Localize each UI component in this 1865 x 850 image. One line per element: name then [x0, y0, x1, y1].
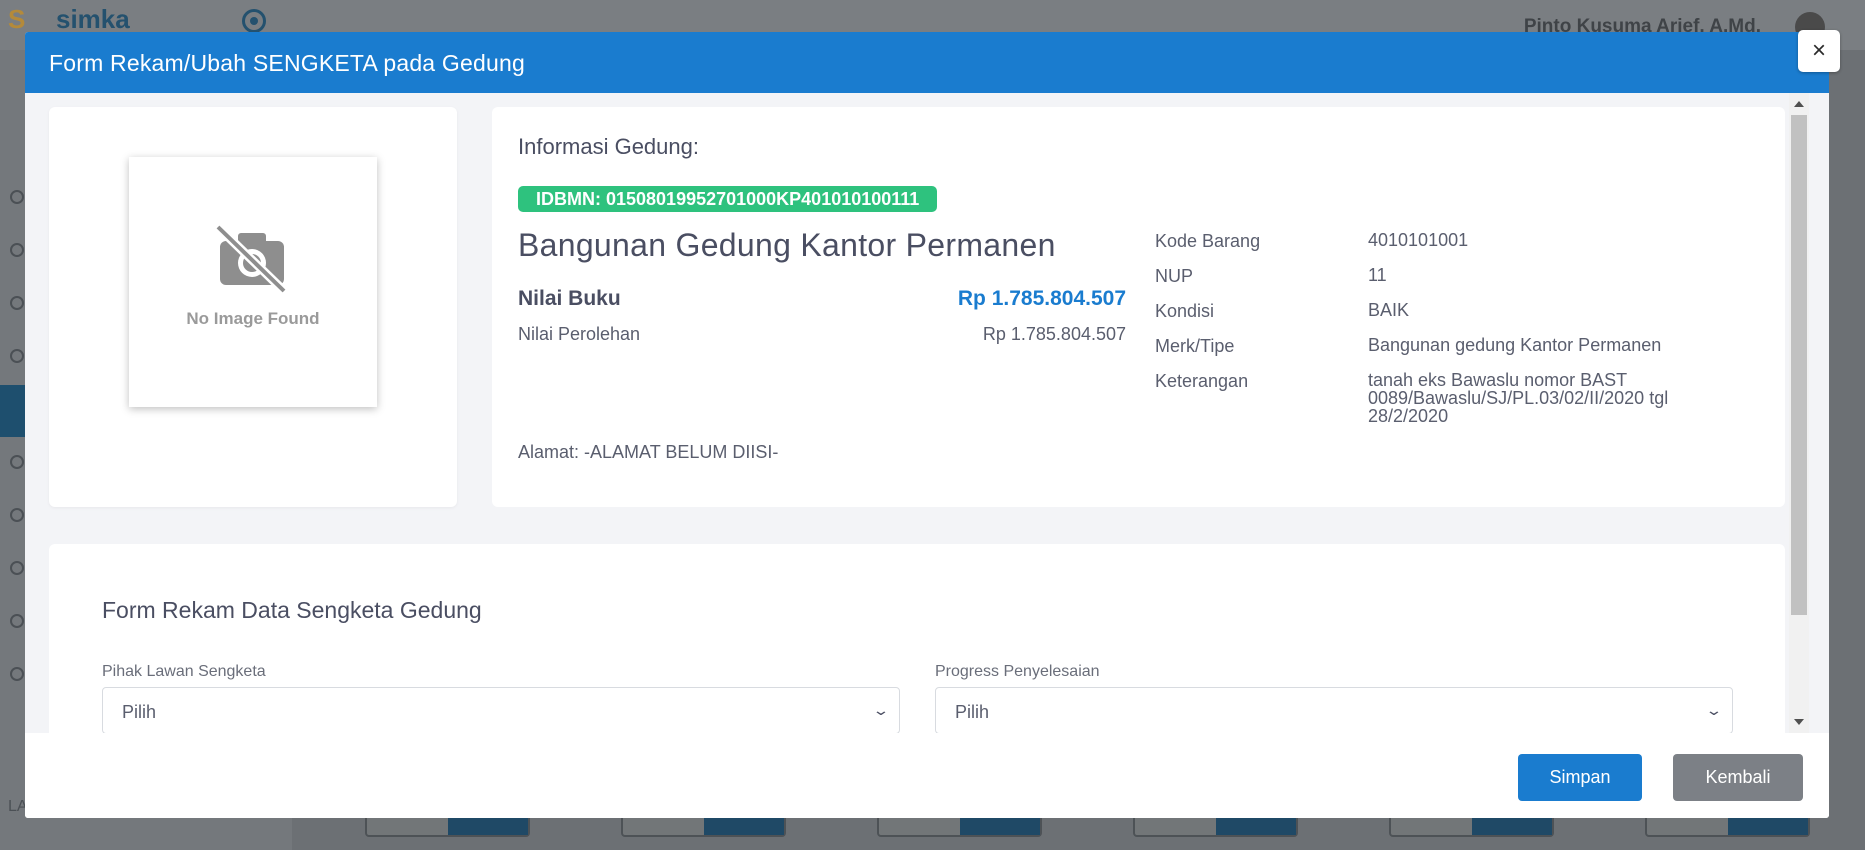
sidebar-dot-icon [10, 349, 24, 363]
progress-value: Pilih [955, 702, 990, 722]
progress-select[interactable]: Pilih ⌄ [935, 687, 1733, 733]
no-camera-icon [214, 223, 288, 293]
nilai-buku-value: Rp 1.785.804.507 [957, 287, 1126, 310]
chevron-down-icon: ⌄ [872, 702, 890, 718]
scroll-thumb[interactable] [1791, 115, 1807, 615]
modal-scrollbar[interactable] [1789, 93, 1809, 733]
sidebar-dot-icon [10, 455, 24, 469]
sidebar-dot-icon [10, 296, 24, 310]
progress-label: Progress Penyelesaian [935, 663, 1100, 680]
info-heading: Informasi Gedung: [518, 134, 699, 159]
spec-value: 4010101001 [1368, 230, 1469, 250]
spec-key: Kondisi [1155, 301, 1215, 321]
nilai-perolehan-label: Nilai Perolehan [518, 324, 641, 344]
sidebar-dot-icon [10, 561, 24, 575]
image-card: No Image Found [49, 107, 457, 507]
save-button[interactable]: Simpan [1518, 754, 1642, 801]
modal-header: Form Rekam/Ubah SENGKETA pada Gedung [25, 32, 1829, 93]
spec-key: Kode Barang [1155, 231, 1261, 251]
sidebar-dot-icon [10, 243, 24, 257]
pihak-lawan-select[interactable]: Pilih ⌄ [102, 687, 900, 733]
spec-value: BAIK [1368, 300, 1410, 320]
spec-value: 11 [1368, 265, 1387, 285]
spec-key: NUP [1155, 266, 1194, 286]
form-title: Form Rekam Data Sengketa Gedung [102, 597, 482, 623]
chevron-down-icon: ⌄ [1705, 702, 1723, 718]
modal-footer: Simpan Kembali [25, 733, 1829, 818]
spec-value: tanah eks Bawaslu nomor BAST 0089/Bawasl… [1368, 370, 1669, 426]
spec-value: Bangunan gedung Kantor Permanen [1368, 335, 1662, 355]
no-image-placeholder: No Image Found [129, 157, 377, 407]
sengketa-modal: Form Rekam/Ubah SENGKETA pada Gedung No … [25, 32, 1829, 818]
sidebar-active-item [0, 385, 26, 437]
spec-key: Keterangan [1155, 371, 1249, 391]
close-button[interactable]: × [1798, 30, 1840, 72]
modal-body: No Image Found Informasi Gedung: IDBMN: … [25, 93, 1829, 733]
no-image-text: No Image Found [186, 309, 320, 328]
nilai-perolehan-value: Rp 1.785.804.507 [982, 324, 1126, 344]
sidebar-dot-icon [10, 190, 24, 204]
idbmn-badge: IDBMN: 01508019952701000KP401010100111 [518, 186, 938, 212]
back-button[interactable]: Kembali [1673, 754, 1803, 801]
target-icon [242, 9, 266, 33]
spec-key: Merk/Tipe [1155, 336, 1235, 356]
app-logo-text: simka [56, 4, 130, 34]
sidebar-dot-icon [10, 667, 24, 681]
scroll-up-icon[interactable] [1794, 101, 1804, 107]
sidebar-dot-icon [10, 614, 24, 628]
app-logo-icon: S [8, 4, 26, 34]
close-icon: × [1811, 37, 1826, 64]
sidebar-dot-icon [10, 508, 24, 522]
building-name: Bangunan Gedung Kantor Permanen [518, 227, 1056, 263]
pihak-lawan-label: Pihak Lawan Sengketa [102, 663, 266, 680]
pihak-lawan-value: Pilih [122, 702, 157, 722]
scroll-down-icon[interactable] [1794, 719, 1804, 725]
nilai-buku-label: Nilai Buku [518, 287, 621, 310]
modal-title: Form Rekam/Ubah SENGKETA pada Gedung [49, 50, 525, 76]
alamat-text: Alamat: -ALAMAT BELUM DIISI- [518, 442, 779, 462]
sengketa-form-card: Form Rekam Data Sengketa Gedung Pihak La… [49, 544, 1785, 733]
building-info-card: Informasi Gedung: IDBMN: 015080199527010… [492, 107, 1785, 507]
